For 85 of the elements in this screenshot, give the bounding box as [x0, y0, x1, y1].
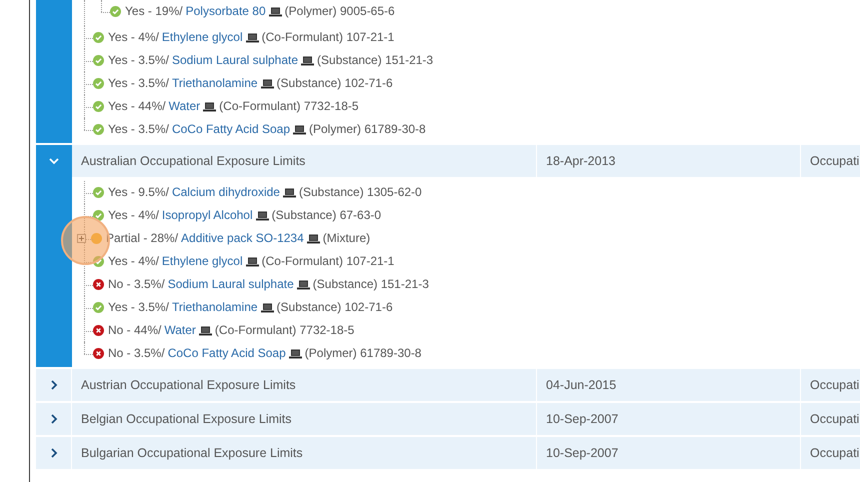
laptop-icon — [296, 280, 310, 290]
table-cell: 10-Sep-2007 — [537, 403, 801, 435]
substance-link[interactable]: Isopropyl Alcohol — [162, 208, 253, 223]
check-icon — [93, 78, 104, 89]
laptop-icon — [260, 302, 274, 312]
substance-link[interactable]: Triethanolamine — [172, 76, 258, 91]
substance-link[interactable]: Calcium dihydroxide — [172, 185, 280, 200]
status-text: Yes - 4%/ — [108, 208, 159, 223]
substance-info: (Substance) 102-71-6 — [276, 76, 393, 91]
status-text: No - 3.5%/ — [108, 346, 165, 361]
table-cell: 04-Jun-2015 — [537, 369, 801, 401]
laptop-icon — [301, 56, 314, 66]
row-toggle[interactable] — [36, 145, 72, 367]
substance-link[interactable]: Water — [168, 99, 200, 114]
substance-link[interactable]: Triethanolamine — [172, 300, 258, 315]
table-cell: 10-Sep-2007 — [537, 437, 801, 469]
laptop-icon — [288, 348, 302, 358]
substance-info: (Co-Formulant) 107-21-1 — [262, 30, 394, 45]
substance-info: (Polymer) 9005-65-6 — [284, 4, 395, 19]
status-text: Yes - 3.5%/ — [108, 76, 169, 91]
substance-info: (Substance) 67-63-0 — [272, 208, 382, 223]
check-icon — [93, 32, 104, 43]
substance-info: (Co-Formulant) 7732-18-5 — [219, 99, 359, 114]
status-text: Yes - 19%/ — [125, 4, 183, 19]
laptop-icon — [282, 188, 296, 198]
laptop-icon — [246, 256, 259, 266]
substance-info: (Substance) 151-21-3 — [317, 53, 434, 68]
check-icon — [93, 302, 104, 313]
laptop-icon — [246, 32, 259, 42]
status-text: Yes - 9.5%/ — [108, 185, 169, 200]
status-text: Yes - 3.5%/ — [108, 53, 169, 68]
substance-link[interactable]: CoCo Fatty Acid Soap — [172, 122, 290, 137]
laptop-icon — [260, 78, 274, 88]
check-icon — [110, 6, 121, 17]
laptop-icon — [293, 124, 306, 134]
row-toggle[interactable] — [36, 369, 72, 401]
table-cell: Bulgarian Occupational Exposure Limits — [72, 437, 537, 469]
cross-icon — [93, 348, 104, 359]
status-text: Yes - 4%/ — [108, 30, 159, 45]
row-toggle[interactable] — [36, 403, 72, 435]
status-text: Yes - 3.5%/ — [108, 122, 169, 137]
table-cell: Austrian Occupational Exposure Limits — [72, 369, 537, 401]
check-icon — [93, 187, 104, 198]
substance-link[interactable]: Additive pack SO-1234 — [181, 231, 304, 246]
table-cell-text: Occupati — [809, 444, 860, 462]
substance-link[interactable]: Water — [164, 323, 196, 338]
substance-info: (Substance) 1305-62-0 — [298, 185, 422, 200]
substance-info: (Polymer) 61789-30-8 — [304, 346, 422, 361]
table-cell-text: Occupati — [809, 376, 860, 394]
cross-icon — [93, 325, 104, 336]
check-icon — [93, 55, 104, 66]
substance-info: (Co-Formulant) 107-21-1 — [262, 254, 394, 269]
substance-link[interactable]: Ethylene glycol — [162, 30, 243, 45]
substance-link[interactable]: Polysorbate 80 — [186, 4, 266, 19]
substance-link[interactable]: Sodium Laural sulphate — [172, 53, 298, 68]
laptop-icon — [203, 102, 216, 112]
laptop-icon — [198, 326, 212, 336]
laptop-icon — [256, 210, 269, 220]
check-icon — [93, 101, 104, 112]
cross-icon — [93, 279, 104, 290]
substance-link[interactable]: Ethylene glycol — [162, 254, 243, 269]
dot-icon — [91, 233, 102, 244]
substance-link[interactable]: Sodium Laural sulphate — [168, 277, 294, 292]
table-cell-text: Occupati — [809, 152, 860, 170]
laptop-icon — [268, 6, 282, 16]
laptop-icon — [306, 234, 320, 244]
expand-toggle[interactable] — [77, 234, 86, 243]
row-toggle[interactable] — [36, 0, 72, 143]
substance-info: (Substance) 102-71-6 — [276, 300, 393, 315]
substance-info: (Co-Formulant) 7732-18-5 — [214, 323, 354, 338]
table-cell-text: Occupati — [809, 410, 860, 428]
substance-info: (Substance) 151-21-3 — [312, 277, 429, 292]
table-cell: Belgian Occupational Exposure Limits — [72, 403, 537, 435]
check-icon — [93, 124, 104, 135]
status-text: Yes - 44%/ — [108, 99, 166, 114]
check-icon — [93, 256, 104, 267]
substance-link[interactable]: CoCo Fatty Acid Soap — [168, 346, 286, 361]
status-text: No - 3.5%/ — [108, 277, 165, 292]
substance-info: (Polymer) 61789-30-8 — [309, 122, 426, 137]
status-text: Yes - 3.5%/ — [108, 300, 169, 315]
substance-info: (Mixture) — [322, 231, 370, 246]
status-text: No - 44%/ — [108, 323, 162, 338]
status-text: Yes - 4%/ — [108, 254, 159, 269]
check-icon — [93, 210, 104, 221]
row-toggle[interactable] — [36, 437, 72, 469]
